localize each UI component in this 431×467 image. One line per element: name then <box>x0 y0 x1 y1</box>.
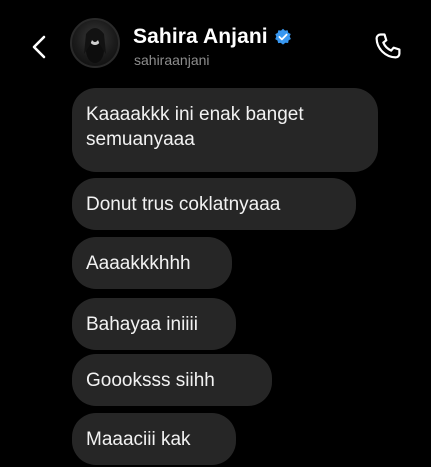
message-text: Kaaaakkk ini enak banget semuanyaaa <box>86 104 304 150</box>
message-bubble[interactable]: Kaaaakkk ini enak banget semuanyaaa <box>72 88 378 172</box>
back-button[interactable] <box>24 32 54 62</box>
message-bubble[interactable]: Donut trus coklatnyaaa <box>72 178 356 230</box>
message-bubble[interactable]: Bahayaa iniiii <box>72 298 236 350</box>
message-text: Aaaakkkhhh <box>86 252 191 274</box>
contact-name-row[interactable]: Sahira Anjani <box>133 25 292 49</box>
verified-badge-icon <box>274 28 292 46</box>
message-text: Bahayaa iniiii <box>86 313 198 335</box>
message-bubble[interactable]: Maaaciii kak <box>72 413 236 465</box>
contact-name: Sahira Anjani <box>133 25 268 48</box>
message-text: Goooksss siihh <box>86 369 215 391</box>
message-text: Donut trus coklatnyaaa <box>86 193 281 215</box>
phone-icon <box>375 33 401 59</box>
message-bubble[interactable]: Aaaakkkhhh <box>72 237 232 289</box>
chevron-left-icon <box>32 35 46 59</box>
message-bubble[interactable]: Goooksss siihh <box>72 354 272 406</box>
message-text: Maaaciii kak <box>86 428 191 450</box>
contact-username: sahiraanjani <box>134 52 210 68</box>
avatar[interactable] <box>70 18 120 68</box>
chat-header: Sahira Anjani sahiraanjani <box>0 0 431 88</box>
audio-call-button[interactable] <box>370 28 406 64</box>
